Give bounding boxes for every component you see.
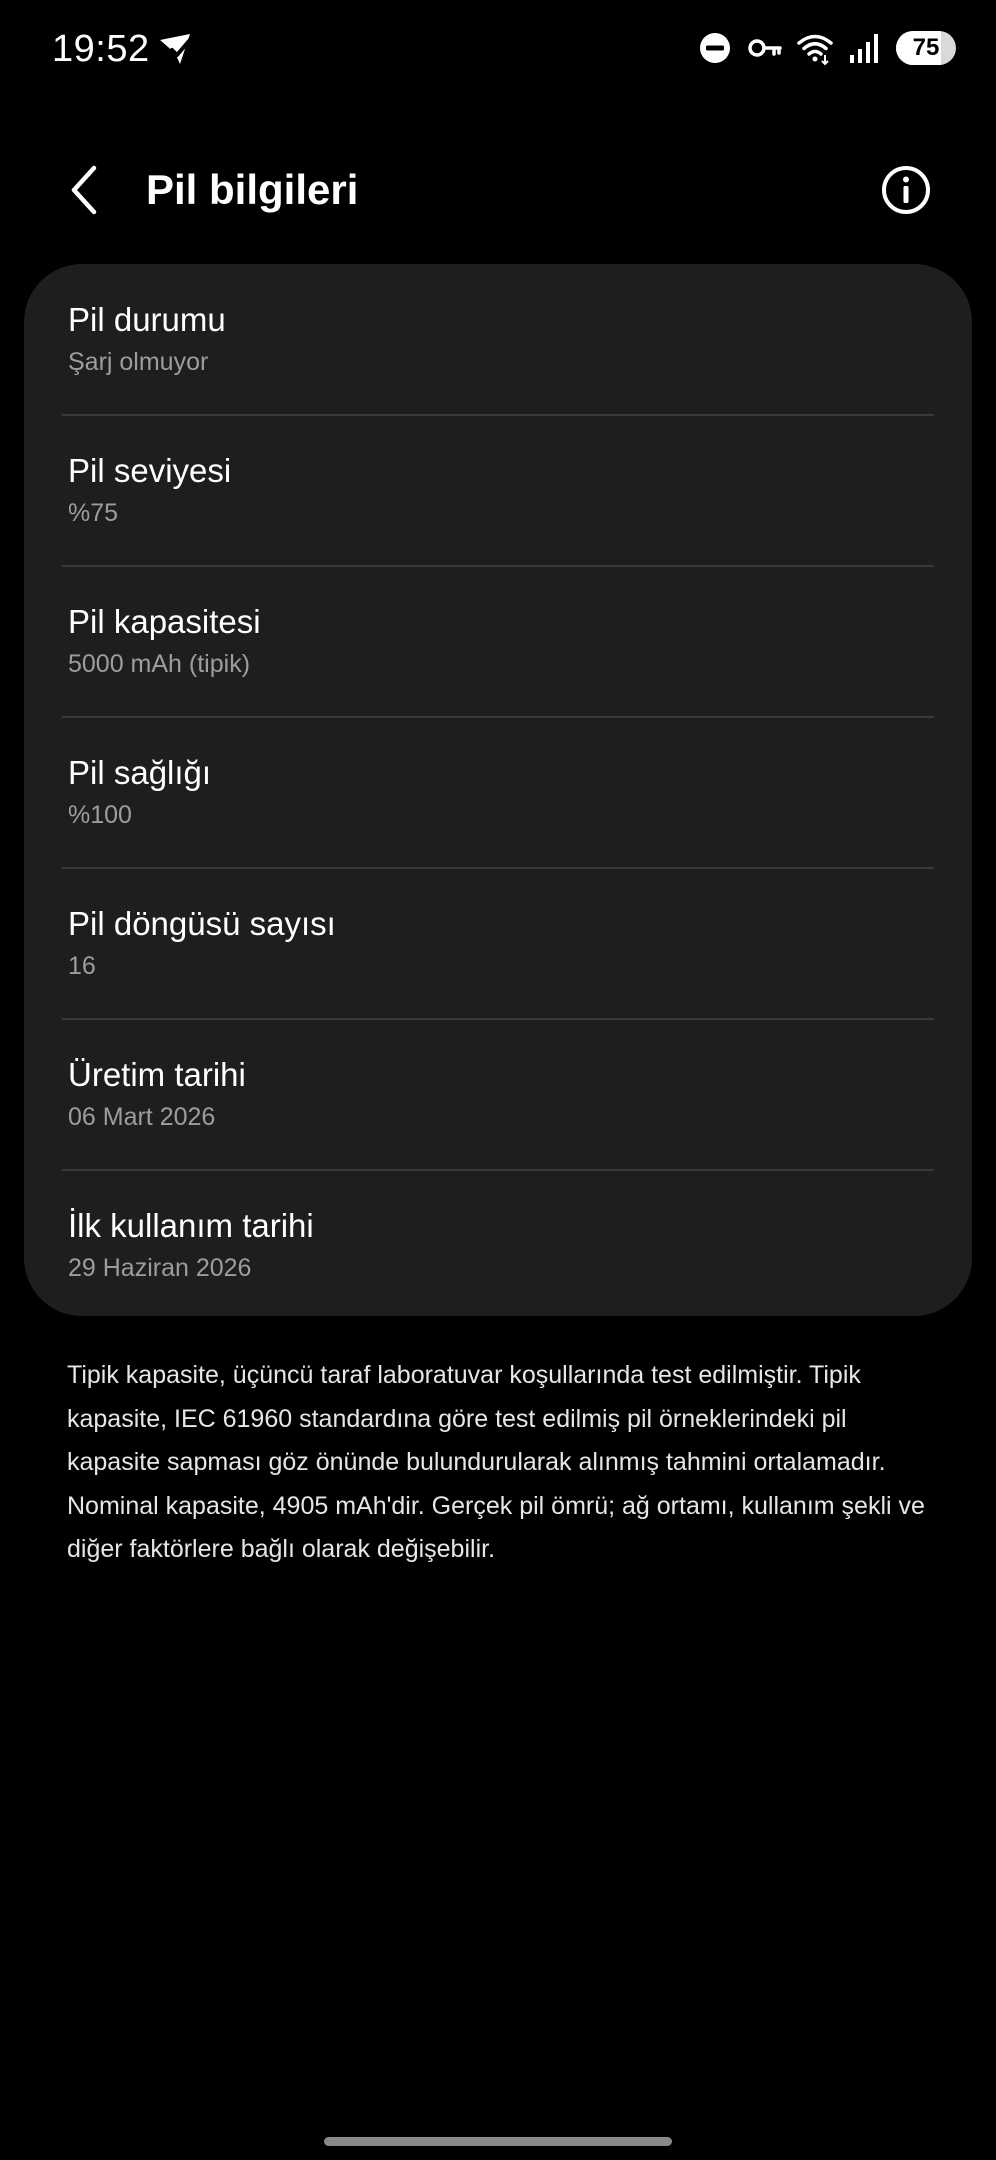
battery-health-value: %100 — [68, 801, 132, 829]
battery-capacity-row: Pil kapasitesi 5000 mAh (tipik) — [24, 566, 972, 716]
battery-status-value: Şarj olmuyor — [68, 348, 209, 376]
vpn-key-icon — [748, 39, 782, 57]
battery-status-row: Pil durumu Şarj olmuyor — [24, 264, 972, 414]
battery-health-label: Pil sağlığı — [68, 754, 212, 791]
first-use-date-label: İlk kullanım tarihi — [68, 1207, 314, 1244]
status-bar: 19:52 75 — [0, 0, 996, 96]
location-check-icon — [160, 34, 191, 64]
wifi-icon — [797, 34, 833, 66]
first-use-date-row: İlk kullanım tarihi 29 Haziran 2026 — [24, 1170, 972, 1316]
battery-level-row: Pil seviyesi %75 — [24, 415, 972, 565]
app-bar: Pil bilgileri — [0, 140, 996, 240]
manufacture-date-row: Üretim tarihi 06 Mart 2026 — [24, 1019, 972, 1169]
manufacture-date-value: 06 Mart 2026 — [68, 1103, 216, 1131]
page-title: Pil bilgileri — [146, 166, 359, 213]
manufacture-date-label: Üretim tarihi — [68, 1056, 246, 1093]
battery-cycle-count-row: Pil döngüsü sayısı 16 — [24, 868, 972, 1018]
info-icon[interactable] — [878, 162, 934, 218]
battery-status-label: Pil durumu — [68, 301, 226, 338]
back-arrow-icon[interactable] — [56, 160, 116, 220]
battery-icon: 75 — [896, 31, 956, 65]
battery-level-text: 75 — [912, 34, 940, 61]
battery-level-value: %75 — [68, 499, 119, 527]
battery-capacity-label: Pil kapasitesi — [68, 603, 261, 640]
battery-info-card: Pil durumu Şarj olmuyor Pil seviyesi %75… — [24, 264, 972, 1316]
capacity-footnote: Tipik kapasite, üçüncü taraf laboratuvar… — [67, 1361, 925, 1563]
battery-level-label: Pil seviyesi — [68, 452, 232, 489]
battery-cycle-count-value: 16 — [68, 952, 96, 980]
status-icons: 75 — [696, 28, 956, 68]
home-indicator[interactable] — [324, 2137, 672, 2146]
do-not-disturb-icon — [700, 33, 730, 63]
battery-cycle-count-label: Pil döngüsü sayısı — [68, 905, 336, 942]
battery-capacity-value: 5000 mAh (tipik) — [68, 650, 251, 678]
battery-health-row: Pil sağlığı %100 — [24, 717, 972, 867]
status-time: 19:52 — [52, 28, 150, 70]
first-use-date-value: 29 Haziran 2026 — [68, 1254, 252, 1282]
cellular-signal-icon — [850, 34, 878, 63]
